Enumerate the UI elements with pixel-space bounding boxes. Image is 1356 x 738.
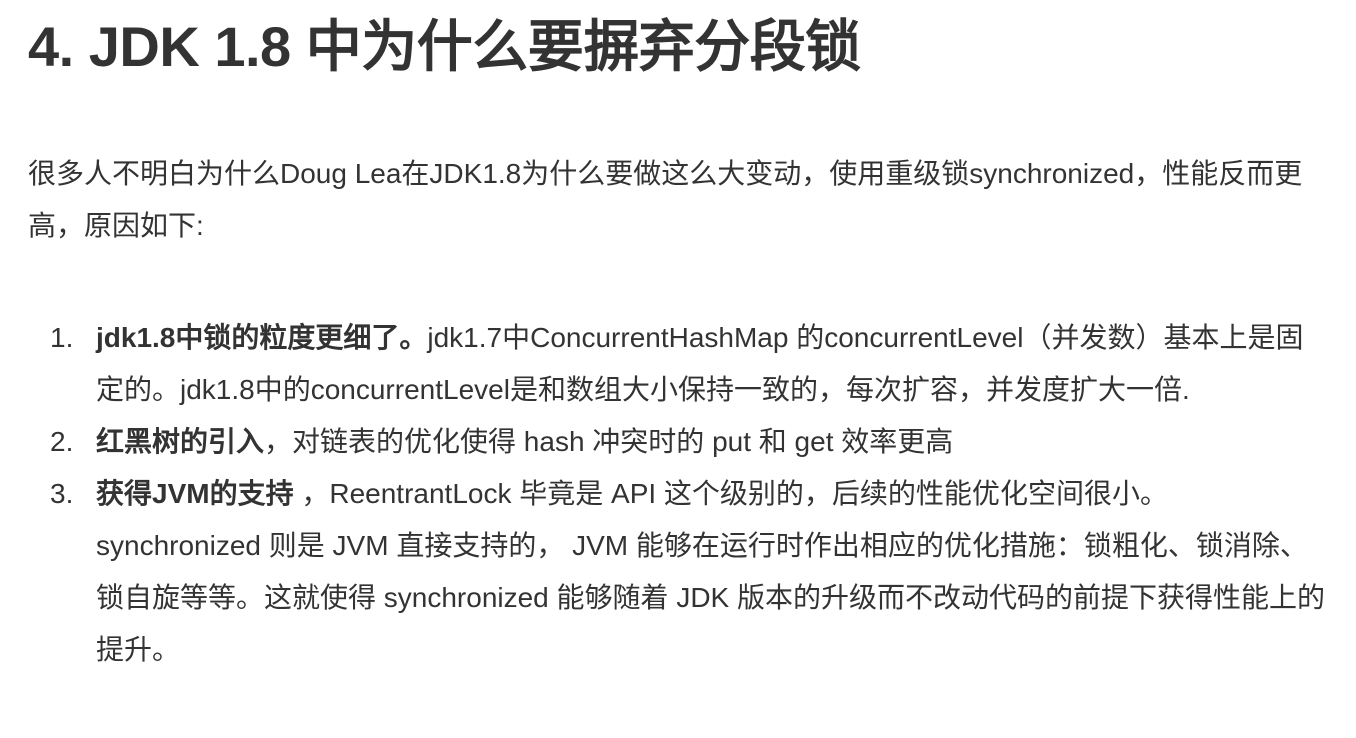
list-item-jvm-support: 3. 获得JVM的支持 ，ReentrantLock 毕竟是 API 这个级别的…	[28, 468, 1328, 676]
list-item-number: 1.	[50, 322, 74, 353]
list-item-granularity: 1. jdk1.8中锁的粒度更细了。jdk1.7中ConcurrentHashM…	[28, 312, 1328, 416]
list-item-red-black-tree: 2. 红黑树的引入，对链表的优化使得 hash 冲突时的 put 和 get 效…	[28, 416, 1328, 468]
list-item-number: 3.	[50, 478, 74, 509]
reasons-list: 1. jdk1.8中锁的粒度更细了。jdk1.7中ConcurrentHashM…	[28, 312, 1328, 676]
list-item-bold-lead: jdk1.8中锁的粒度更细了。	[96, 322, 428, 353]
section-heading: 4. JDK 1.8 中为什么要摒弃分段锁	[28, 15, 861, 78]
intro-paragraph: 很多人不明白为什么Doug Lea在JDK1.8为什么要做这么大变动，使用重级锁…	[28, 158, 1303, 241]
list-item-number: 2.	[50, 426, 74, 457]
list-item-text: ，对链表的优化使得 hash 冲突时的 put 和 get 效率更高	[264, 426, 954, 457]
list-item-bold-lead: 红黑树的引入	[96, 426, 265, 457]
article-section: 4. JDK 1.8 中为什么要摒弃分段锁 很多人不明白为什么Doug Lea在…	[0, 0, 1356, 738]
list-item-bold-lead: 获得JVM的支持	[96, 478, 294, 509]
